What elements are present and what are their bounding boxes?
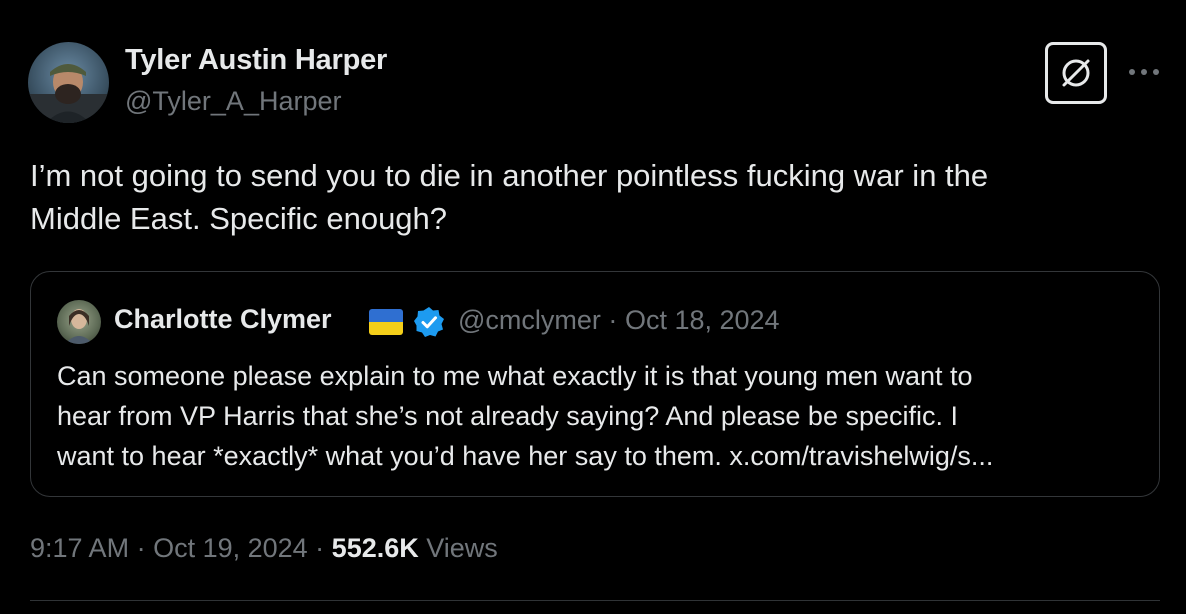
quoted-meta: @cmclymer · Oct 18, 2024 [458,305,780,336]
author-avatar[interactable] [28,42,109,123]
ukraine-flag-icon [369,309,403,335]
author-name[interactable]: Tyler Austin Harper [125,44,387,77]
footer-separator: · [129,533,154,563]
quoted-author-name[interactable]: Charlotte Clymer [114,304,332,335]
views-count: 552.6K [331,533,419,563]
quoted-separator: · [608,305,618,335]
quoted-date[interactable]: Oct 18, 2024 [625,305,780,335]
tweet-card: Tyler Austin Harper @Tyler_A_Harper I’m … [0,0,1186,614]
tweet-footer: 9:17 AM · Oct 19, 2024 · 552.6K Views [30,533,498,564]
quoted-tweet[interactable]: Charlotte Clymer @cmclymer · Oct 18, 202… [30,271,1160,497]
quoted-tweet-text: Can someone please explain to me what ex… [57,361,994,471]
more-icon[interactable] [1126,57,1162,87]
quoted-author-avatar[interactable] [57,300,101,344]
tweet-text: I’m not going to send you to die in anot… [30,158,989,236]
author-handle[interactable]: @Tyler_A_Harper [125,86,342,117]
quoted-author-handle[interactable]: @cmclymer [458,305,601,335]
tweet-date[interactable]: Oct 19, 2024 [153,533,308,563]
views-label: Views [418,533,498,563]
grok-icon[interactable] [1045,42,1107,104]
tweet-time[interactable]: 9:17 AM [30,533,129,563]
divider [30,600,1160,601]
footer-separator: · [307,533,332,563]
verified-badge-icon [413,306,445,338]
